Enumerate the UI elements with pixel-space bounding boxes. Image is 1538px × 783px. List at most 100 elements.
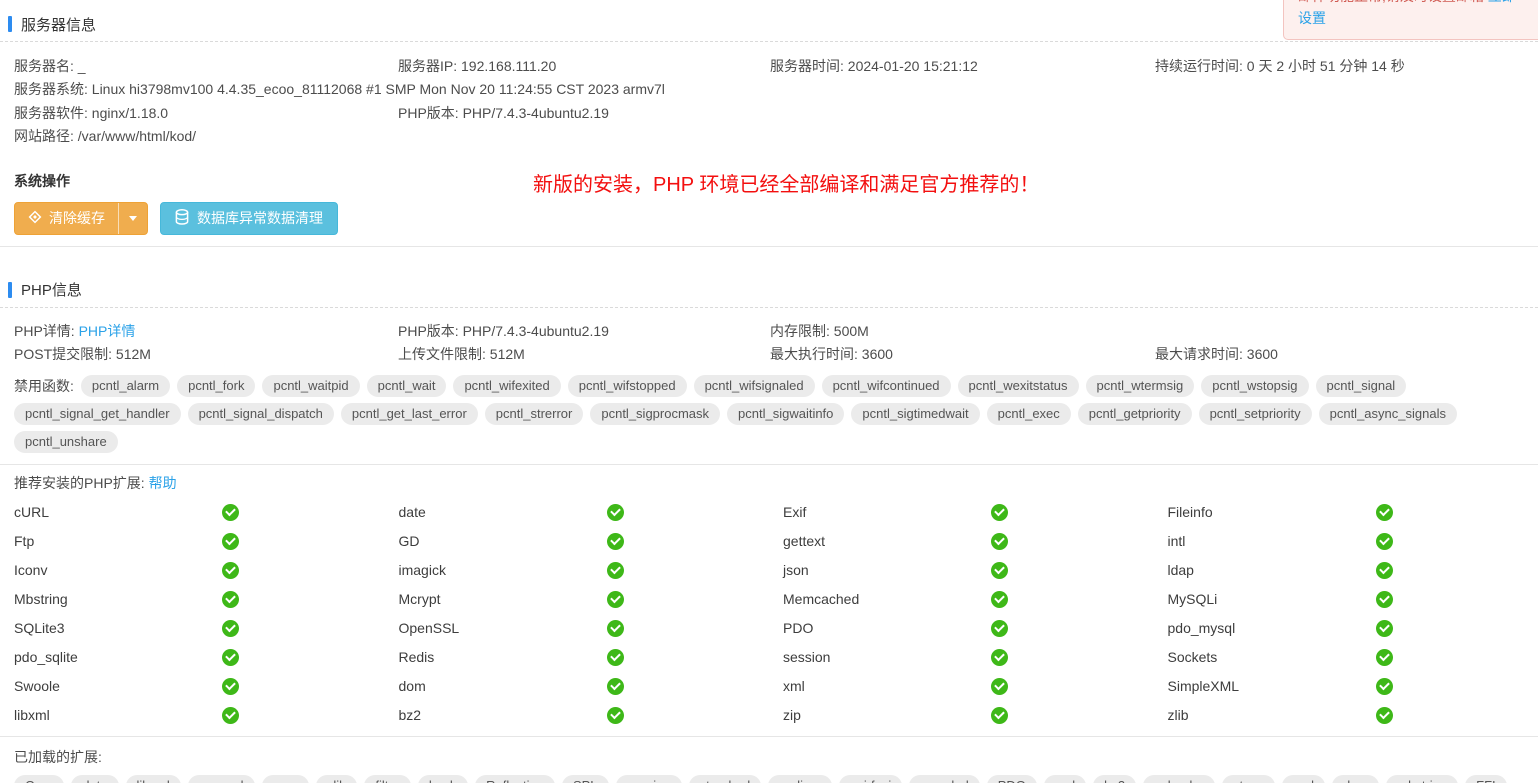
field-value: 500M — [834, 323, 869, 339]
extension-item: Ftp — [0, 527, 385, 556]
extension-item: dom — [385, 672, 770, 701]
field-php-version: PHP版本: PHP/7.4.3-4ubuntu2.19 — [384, 320, 756, 343]
notice-text-fragment: 邮件功能正常,请及时设置邮箱 — [1298, 0, 1488, 4]
field-value: 3600 — [1247, 346, 1278, 362]
extension-tag: PDO — [987, 775, 1037, 783]
clear-cache-label: 清除缓存 — [49, 208, 105, 228]
extension-name: Sockets — [1168, 649, 1218, 665]
check-circle-icon — [607, 562, 624, 579]
php-info-title: PHP信息 — [21, 279, 82, 300]
check-circle-icon — [1376, 562, 1393, 579]
notice-setup-link-2[interactable]: 设置 — [1298, 10, 1326, 26]
database-icon — [175, 209, 189, 228]
db-clean-button[interactable]: 数据库异常数据清理 — [160, 202, 338, 235]
check-circle-icon — [607, 533, 624, 550]
function-tag: pcntl_wtermsig — [1086, 375, 1195, 397]
check-circle-icon — [607, 504, 624, 521]
function-tag: pcntl_wifstopped — [568, 375, 687, 397]
notice-text: 邮件功能正常,请及时设置邮箱 立即 — [1298, 0, 1538, 7]
field-label: 服务器IP: — [398, 58, 461, 74]
extension-item: json — [769, 556, 1154, 585]
check-circle-icon — [1376, 707, 1393, 724]
extension-tag: cgi-fcgi — [839, 775, 902, 783]
extension-name: imagick — [399, 562, 446, 578]
check-circle-icon — [222, 620, 239, 637]
extension-name: zlib — [1168, 707, 1189, 723]
extension-name: json — [783, 562, 809, 578]
section-accent-bar — [8, 16, 12, 32]
notice-setup-link[interactable]: 立即 — [1488, 0, 1516, 4]
extension-tag: calendar — [1143, 775, 1215, 783]
divider — [0, 736, 1538, 737]
check-circle-icon — [1376, 620, 1393, 637]
php-details-link[interactable]: PHP详情 — [79, 323, 136, 339]
extension-tag: openssl — [188, 775, 255, 783]
function-tag: pcntl_strerror — [485, 403, 584, 425]
function-tag: pcntl_wifsignaled — [694, 375, 815, 397]
check-circle-icon — [991, 504, 1008, 521]
check-circle-icon — [1376, 678, 1393, 695]
check-circle-icon — [222, 649, 239, 666]
extension-name: MySQLi — [1168, 591, 1218, 607]
field-label: PHP详情: — [14, 323, 79, 339]
check-circle-icon — [991, 678, 1008, 695]
extension-item: OpenSSL — [385, 614, 770, 643]
field-label: PHP版本: — [398, 105, 463, 121]
field-server-time: 服务器时间: 2024-01-20 15:21:12 — [756, 55, 1141, 78]
field-php-version: PHP版本: PHP/7.4.3-4ubuntu2.19 — [384, 102, 756, 125]
extension-item: Memcached — [769, 585, 1154, 614]
field-memory-limit: 内存限制: 500M — [756, 320, 1141, 343]
clear-cache-button[interactable]: 清除缓存 — [15, 203, 118, 234]
field-server-name: 服务器名: _ — [0, 55, 384, 78]
extension-item: Redis — [385, 643, 770, 672]
extension-name: Swoole — [14, 678, 60, 694]
field-value: /var/www/html/kod/ — [78, 128, 196, 144]
extension-tag: standard — [689, 775, 762, 783]
php-info-grid: PHP详情: PHP详情 PHP版本: PHP/7.4.3-4ubuntu2.1… — [0, 320, 1538, 367]
extension-tag: pcre — [262, 775, 309, 783]
clear-cache-dropdown-toggle[interactable] — [118, 203, 147, 234]
function-tag: pcntl_sigtimedwait — [851, 403, 979, 425]
extension-tag: FFI — [1465, 775, 1507, 783]
extension-tag: SPL — [562, 775, 609, 783]
function-tag: pcntl_fork — [177, 375, 255, 397]
extension-name: gettext — [783, 533, 825, 549]
extension-item: Mcrypt — [385, 585, 770, 614]
clean-icon — [28, 210, 42, 227]
field-value: _ — [78, 58, 86, 74]
extension-name: OpenSSL — [399, 620, 460, 636]
field-max-request-time: 最大请求时间: 3600 — [1141, 343, 1538, 366]
check-circle-icon — [222, 591, 239, 608]
check-circle-icon — [991, 591, 1008, 608]
check-circle-icon — [991, 707, 1008, 724]
extension-item: Exif — [769, 498, 1154, 527]
function-tag: pcntl_alarm — [81, 375, 170, 397]
extension-item: gettext — [769, 527, 1154, 556]
divider — [0, 307, 1538, 308]
help-link[interactable]: 帮助 — [149, 475, 177, 491]
recommended-extensions-grid: cURL date Exif Fileinfo Ftp — [0, 498, 1538, 730]
field-value: 0 天 2 小时 51 分钟 14 秒 — [1247, 58, 1405, 74]
check-circle-icon — [222, 678, 239, 695]
server-info-page: 邮件功能正常,请及时设置邮箱 立即 设置 服务器信息 服务器名: _ 服务器IP… — [0, 0, 1538, 783]
field-label: PHP版本: — [398, 323, 463, 339]
field-label: 服务器名: — [14, 58, 78, 74]
extension-name: GD — [399, 533, 420, 549]
extension-item: Swoole — [0, 672, 385, 701]
field-value: Linux hi3798mv100 4.4.35_ecoo_81112068 #… — [92, 81, 665, 97]
function-tag: pcntl_async_signals — [1319, 403, 1457, 425]
extension-name: Redis — [399, 649, 435, 665]
field-server-ip: 服务器IP: 192.168.111.20 — [384, 55, 756, 78]
extension-item: date — [385, 498, 770, 527]
chevron-down-icon — [129, 216, 137, 221]
field-site-path: 网站路径: /var/www/html/kod/ — [0, 125, 1538, 148]
field-value: 192.168.111.20 — [461, 58, 556, 74]
extension-name: zip — [783, 707, 801, 723]
server-info-title: 服务器信息 — [21, 14, 96, 35]
extension-name: ldap — [1168, 562, 1194, 578]
field-label: 服务器软件: — [14, 105, 92, 121]
recommended-extensions-label: 推荐安装的PHP扩展: — [14, 475, 149, 491]
extension-name: Exif — [783, 504, 806, 520]
extension-name: intl — [1168, 533, 1186, 549]
function-tag: pcntl_wait — [367, 375, 447, 397]
